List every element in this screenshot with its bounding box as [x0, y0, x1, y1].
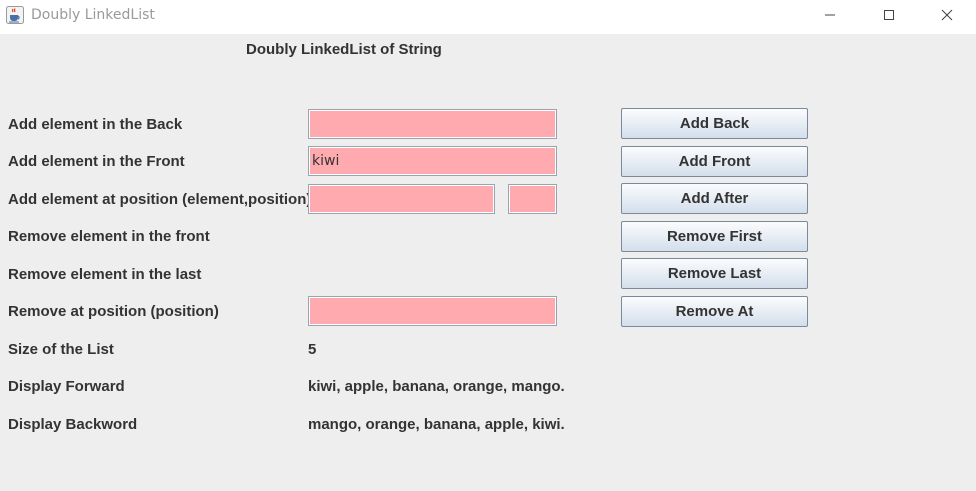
maximize-button[interactable]: [860, 0, 918, 30]
close-button[interactable]: [918, 0, 976, 30]
remove-at-input[interactable]: [308, 296, 557, 326]
maximize-icon: [884, 10, 894, 20]
display-backward-value: mango, orange, banana, apple, kiwi.: [308, 416, 565, 433]
add-back-input[interactable]: [308, 109, 557, 139]
add-front-input[interactable]: [308, 146, 557, 176]
add-front-button[interactable]: Add Front: [621, 146, 808, 177]
list-size-label: Size of the List: [8, 341, 114, 358]
title-bar: Doubly LinkedList: [0, 0, 976, 33]
list-size-value: 5: [308, 341, 317, 358]
add-back-label: Add element in the Back: [8, 116, 183, 133]
remove-last-button[interactable]: Remove Last: [621, 258, 808, 289]
remove-first-button[interactable]: Remove First: [621, 221, 808, 252]
add-after-label: Add element at position (element,positio…: [8, 191, 312, 208]
close-icon: [941, 9, 953, 21]
remove-at-button[interactable]: Remove At: [621, 296, 808, 327]
minimize-button[interactable]: [801, 0, 859, 30]
main-panel: Doubly LinkedList of String Add element …: [0, 34, 976, 491]
add-after-element-input[interactable]: [308, 184, 495, 214]
add-back-button[interactable]: Add Back: [621, 108, 808, 139]
remove-at-label: Remove at position (position): [8, 303, 219, 320]
java-cup-icon: [6, 6, 24, 24]
display-backward-label: Display Backword: [8, 416, 138, 433]
display-forward-value: kiwi, apple, banana, orange, mango.: [308, 378, 565, 395]
remove-first-label: Remove element in the front: [8, 228, 210, 245]
add-after-position-input[interactable]: [508, 184, 557, 214]
minimize-icon: [825, 14, 835, 16]
add-after-button[interactable]: Add After: [621, 183, 808, 214]
display-forward-label: Display Forward: [8, 378, 125, 395]
window-title: Doubly LinkedList: [31, 7, 155, 23]
remove-last-label: Remove element in the last: [8, 266, 202, 283]
add-front-label: Add element in the Front: [8, 153, 185, 170]
page-title: Doubly LinkedList of String: [246, 41, 442, 58]
